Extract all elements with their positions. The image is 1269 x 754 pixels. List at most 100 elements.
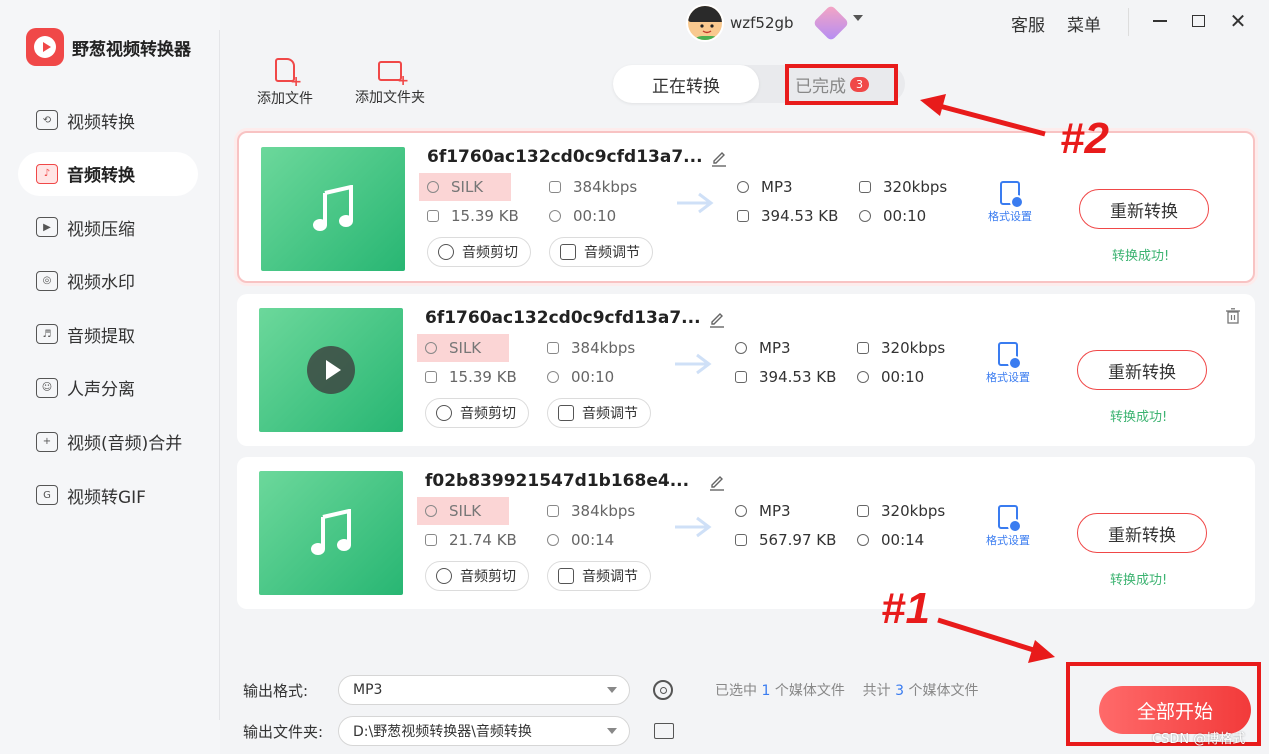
reconvert-button[interactable]: 重新转换 [1077, 350, 1207, 390]
sidebar-item-4[interactable]: ♬ 音频提取 [18, 312, 198, 356]
add-file-button[interactable]: 添加文件 [257, 58, 313, 108]
reconvert-button[interactable]: 重新转换 [1079, 189, 1209, 229]
format-settings-link[interactable]: 格式设置 [988, 181, 1032, 224]
tab-converting[interactable]: 正在转换 [613, 65, 759, 103]
merge-icon: + [36, 431, 58, 452]
sidebar-item-label: 音频转换 [67, 166, 135, 187]
annotation-label-2: #2 [1060, 114, 1109, 163]
vip-diamond-icon[interactable] [812, 4, 850, 42]
source-duration: 00:14 [547, 531, 614, 549]
source-size-value: 15.39 KB [451, 207, 519, 225]
sidebar-item-label: 视频压缩 [67, 219, 135, 240]
source-bitrate: 384kbps [547, 339, 635, 357]
target-bitrate: 320kbps [857, 502, 945, 520]
minimize-button[interactable] [1147, 8, 1173, 34]
header-divider [1128, 8, 1129, 36]
play-icon[interactable] [307, 346, 355, 394]
audio-adjust-label: 音频调节 [582, 569, 638, 585]
format-settings-icon [1000, 181, 1024, 209]
target-duration: 00:10 [859, 207, 926, 225]
format-settings-button[interactable] [653, 680, 673, 700]
clock-icon [549, 210, 561, 222]
status-text: 转换成功! [1110, 410, 1168, 425]
target-duration-value: 00:10 [883, 207, 927, 225]
format-settings-link[interactable]: 格式设置 [986, 505, 1030, 548]
add-folder-button[interactable]: 添加文件夹 [355, 58, 425, 107]
target-format-value: MP3 [761, 178, 793, 196]
output-folder-select[interactable]: D:\野葱视频转换器\音频转换 [338, 716, 630, 746]
output-format-select[interactable]: MP3 [338, 675, 630, 705]
add-file-icon [275, 58, 302, 90]
source-size-value: 21.74 KB [449, 531, 517, 549]
audio-convert-icon: ♪ [36, 163, 58, 184]
edit-icon[interactable] [709, 310, 725, 328]
file-thumbnail[interactable] [259, 471, 403, 595]
source-duration-value: 00:10 [571, 368, 615, 386]
target-duration-value: 00:14 [881, 531, 925, 549]
status-text: 转换成功! [1112, 249, 1170, 264]
status-text: 转换成功! [1110, 573, 1168, 588]
clock-icon [857, 371, 869, 383]
open-folder-button[interactable] [654, 723, 674, 739]
sidebar-item-6[interactable]: + 视频(音频)合并 [18, 420, 198, 464]
close-icon: ✕ [1229, 9, 1247, 33]
reconvert-button[interactable]: 重新转换 [1077, 513, 1207, 553]
audio-adjust-button[interactable]: 音频调节 [547, 561, 651, 591]
file-card[interactable]: f02b839921547d1b168e4... SILK 384kbps 21.74… [237, 457, 1255, 609]
maximize-button[interactable] [1185, 8, 1211, 34]
target-duration: 00:14 [857, 531, 924, 549]
convert-arrow-icon [675, 516, 712, 538]
watermark-icon: ◎ [36, 270, 58, 291]
target-bitrate-value: 320kbps [883, 178, 948, 196]
customer-service-link[interactable]: 客服 [1011, 11, 1045, 36]
file-thumbnail[interactable] [259, 308, 403, 432]
audio-cut-label: 音频剪切 [462, 245, 518, 261]
chevron-down-icon[interactable] [853, 15, 863, 21]
file-size-icon [425, 371, 437, 383]
sidebar-item-0[interactable]: ⟲ 视频转换 [18, 98, 198, 142]
equalizer-icon [558, 405, 574, 421]
sidebar-item-2[interactable]: ▶ 视频压缩 [18, 205, 198, 249]
bitrate-icon [857, 342, 869, 354]
scissors-icon [438, 244, 454, 260]
trash-icon[interactable] [1226, 308, 1240, 324]
sidebar-item-5[interactable]: ☺ 人声分离 [18, 366, 198, 410]
audio-cut-button[interactable]: 音频剪切 [425, 561, 529, 591]
bitrate-icon [549, 181, 561, 193]
total-count: 3 [895, 683, 905, 699]
music-note-icon [313, 185, 353, 231]
sidebar-item-3[interactable]: ◎ 视频水印 [18, 259, 198, 303]
format-settings-link[interactable]: 格式设置 [986, 342, 1030, 385]
sidebar-item-1[interactable]: ♪ 音频转换 [18, 151, 198, 196]
sidebar-item-label: 人声分离 [67, 380, 135, 401]
audio-cut-button[interactable]: 音频剪切 [425, 398, 529, 428]
file-thumbnail[interactable] [261, 147, 405, 271]
tab-converting-label: 正在转换 [652, 76, 720, 97]
file-size-icon [425, 534, 437, 546]
selected-count: 1 [761, 683, 771, 699]
user-profile[interactable]: wzf52gb [686, 4, 794, 42]
add-file-label: 添加文件 [257, 91, 313, 107]
menu-link[interactable]: 菜单 [1067, 11, 1101, 36]
audio-adjust-button[interactable]: 音频调节 [547, 398, 651, 428]
sidebar-item-label: 视频转换 [67, 112, 135, 133]
close-button[interactable]: ✕ [1225, 8, 1251, 34]
audio-adjust-button[interactable]: 音频调节 [549, 237, 653, 267]
target-format-value: MP3 [759, 339, 791, 357]
edit-icon[interactable] [709, 473, 725, 491]
format-icon [737, 181, 749, 193]
logo-icon [26, 28, 64, 66]
clock-icon [859, 210, 871, 222]
file-card[interactable]: 6f1760ac132cd0c9cfd13a7... SILK 384kbps 15.… [237, 294, 1255, 446]
audio-cut-button[interactable]: 音频剪切 [427, 237, 531, 267]
edit-icon[interactable] [711, 149, 727, 167]
audio-extract-icon: ♬ [36, 324, 58, 345]
sidebar-item-7[interactable]: G 视频转GIF [18, 473, 198, 517]
source-size: 15.39 KB [427, 207, 519, 225]
format-icon [425, 505, 437, 517]
bitrate-icon [547, 505, 559, 517]
chevron-down-icon [607, 728, 617, 734]
avatar[interactable] [686, 4, 724, 42]
audio-cut-label: 音频剪切 [460, 569, 516, 585]
target-format: MP3 [735, 339, 791, 357]
